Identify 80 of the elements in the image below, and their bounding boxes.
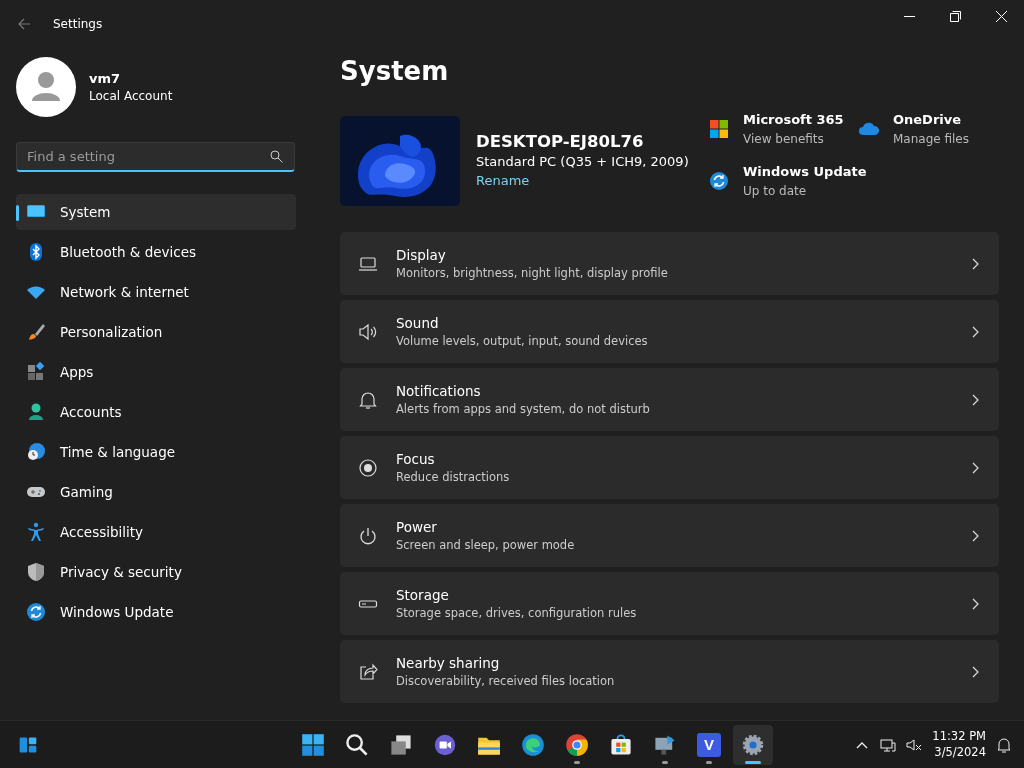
globe-clock-icon [26,442,46,462]
clock[interactable]: 11:32 PM 3/5/2024 [932,729,986,760]
quick-link-title[interactable]: Microsoft 365 [743,112,844,127]
card-subtitle: Monitors, brightness, night light, display profile [396,266,669,280]
nav-item[interactable]: Network & internet [16,274,296,310]
device-model: Standard PC (Q35 + ICH9, 2009) [476,154,690,169]
chrome-icon [565,732,589,757]
task-view-icon [389,732,413,757]
account-type: Local Account [89,89,173,103]
nav-item[interactable]: Accounts [16,394,296,430]
taskbar-app[interactable]: V [689,724,729,765]
quick-link-subtitle: View benefits [743,132,825,146]
card-title: Sound [396,315,440,331]
settings-card[interactable]: Power Screen and sleep, power mode [340,504,999,567]
search-icon [345,732,369,757]
power-icon [358,525,378,546]
account-name: vm7 [89,71,122,86]
person-icon [26,402,46,422]
nav-item[interactable]: Time & language [16,434,296,470]
device-name: DESKTOP-EJ80L76 [476,132,645,151]
card-subtitle: Screen and sleep, power mode [396,538,576,552]
close-icon [995,10,1007,22]
settings-card[interactable]: Notifications Alerts from apps and system, do not disturb [340,368,999,431]
search-field[interactable]: Find a setting [16,142,295,172]
paintbrush-icon [26,322,46,342]
nav-item[interactable]: Gaming [16,474,296,510]
apps-icon [26,362,46,382]
monitor-app-icon [653,732,677,757]
speaker-icon [358,321,378,342]
card-title: Display [396,247,447,263]
restore-icon [949,10,961,22]
bell-icon [358,389,378,410]
nav-item[interactable]: Bluetooth & devices [16,234,296,270]
card-title: Nearby sharing [396,655,501,671]
windows-logo-icon [301,732,325,757]
window-title: Settings [53,17,103,31]
page-title: System [340,56,450,88]
settings-card[interactable]: Focus Reduce distractions [340,436,999,499]
store-bag-icon [609,732,633,757]
quick-link-title[interactable]: OneDrive [893,112,969,127]
avatar [16,57,76,117]
quick-link-subtitle: Up to date [743,184,808,198]
settings-card[interactable]: Display Monitors, brightness, night light, display profile [340,232,999,295]
back-arrow-icon[interactable] [17,17,31,31]
card-title: Focus [396,451,436,467]
taskbar-app[interactable] [733,724,773,765]
card-title: Notifications [396,383,482,399]
sync-icon [709,171,729,191]
card-subtitle: Volume levels, output, input, sound devices [396,334,649,348]
card-subtitle: Reduce distractions [396,470,511,484]
settings-card[interactable]: Nearby sharing Discoverability, received files location [340,640,999,703]
settings-card[interactable]: Sound Volume levels, output, input, sound devices [340,300,999,363]
card-subtitle: Storage space, drives, configuration rules [396,606,638,620]
video-chat-icon [433,732,457,757]
nav-item[interactable]: Personalization [16,314,296,350]
nav-item[interactable]: Privacy & security [16,554,296,590]
sync-icon [26,602,46,622]
shield-icon [26,562,46,582]
settings-card[interactable]: Storage Storage space, drives, configuration rules [340,572,999,635]
edge-browser-icon [521,732,545,757]
nav-item[interactable]: Windows Update [16,594,296,630]
card-title: Power [396,519,438,535]
card-subtitle: Alerts from apps and system, do not disturb [396,402,651,416]
nav-item[interactable]: System [16,194,296,230]
quick-link-subtitle: Manage files [893,132,969,146]
network-icon[interactable] [880,736,897,753]
nav-item[interactable]: Apps [16,354,296,390]
notification-bell-icon[interactable] [996,736,1012,753]
quick-link-title[interactable]: Windows Update [743,164,867,179]
search-icon [270,150,283,163]
accessibility-icon [26,522,46,542]
focus-icon [358,457,378,478]
card-title: Storage [396,587,450,603]
speaker-muted-icon[interactable] [906,736,923,753]
tiles-icon [709,119,729,139]
rename-link[interactable]: Rename [476,173,530,188]
card-subtitle: Discoverability, received files location [396,674,616,688]
nav-item[interactable]: Accessibility [16,514,296,550]
gear-icon [741,732,765,757]
share-icon [358,661,378,682]
